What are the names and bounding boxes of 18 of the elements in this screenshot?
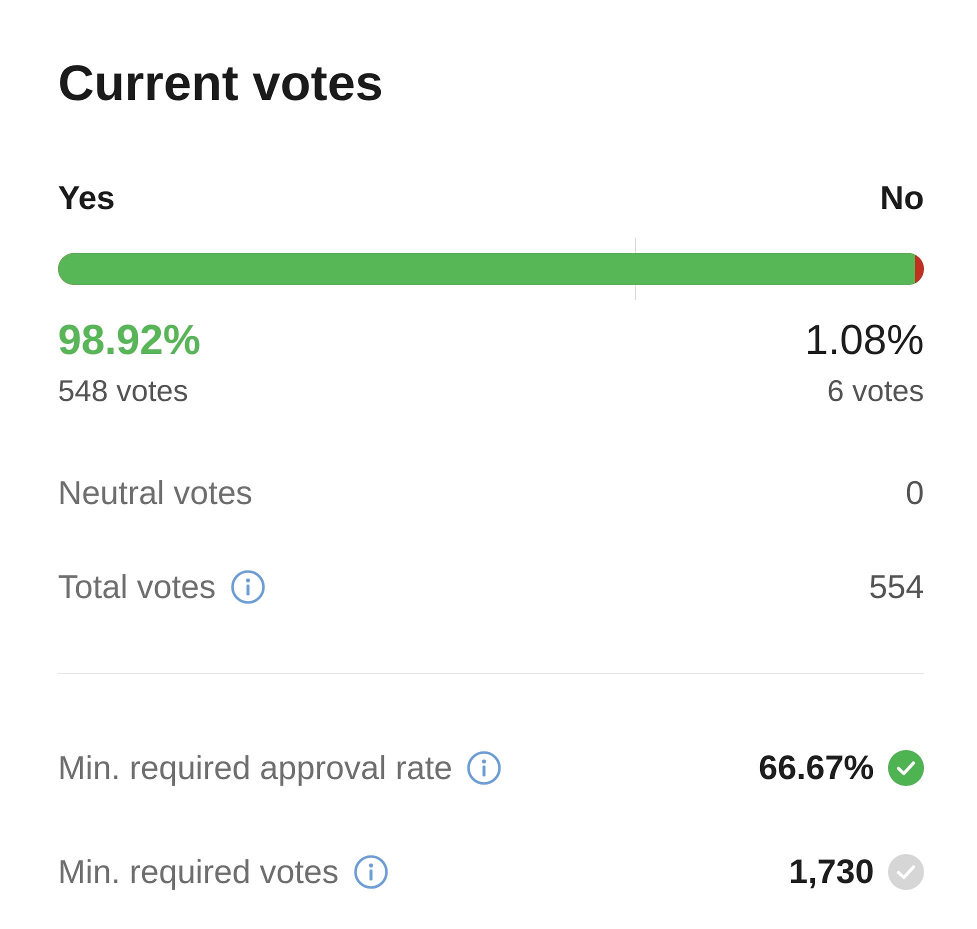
info-icon[interactable]	[230, 570, 265, 604]
vote-count: 6 votes	[827, 374, 924, 410]
card-title: Current votes	[58, 54, 384, 113]
option-label: Yes	[58, 178, 115, 218]
stat-value: 66.67%	[758, 748, 874, 788]
stat-label: Total votes	[58, 567, 216, 607]
stat-value: 1,730	[788, 852, 874, 892]
stat-value: 554	[868, 567, 924, 607]
vote-percentage: 98.92%	[58, 316, 200, 364]
info-icon[interactable]	[467, 751, 502, 785]
vote-count: 548 votes	[58, 374, 190, 410]
stat-label: Neutral votes	[58, 473, 252, 513]
info-icon[interactable]	[354, 855, 388, 889]
option-label: No	[880, 178, 924, 218]
stat-label: Min. required approval rate	[58, 748, 452, 788]
stat-label: Min. required votes	[58, 852, 339, 892]
vote-percentage: 1.08%	[804, 316, 924, 364]
stat-value: 0	[906, 473, 924, 513]
